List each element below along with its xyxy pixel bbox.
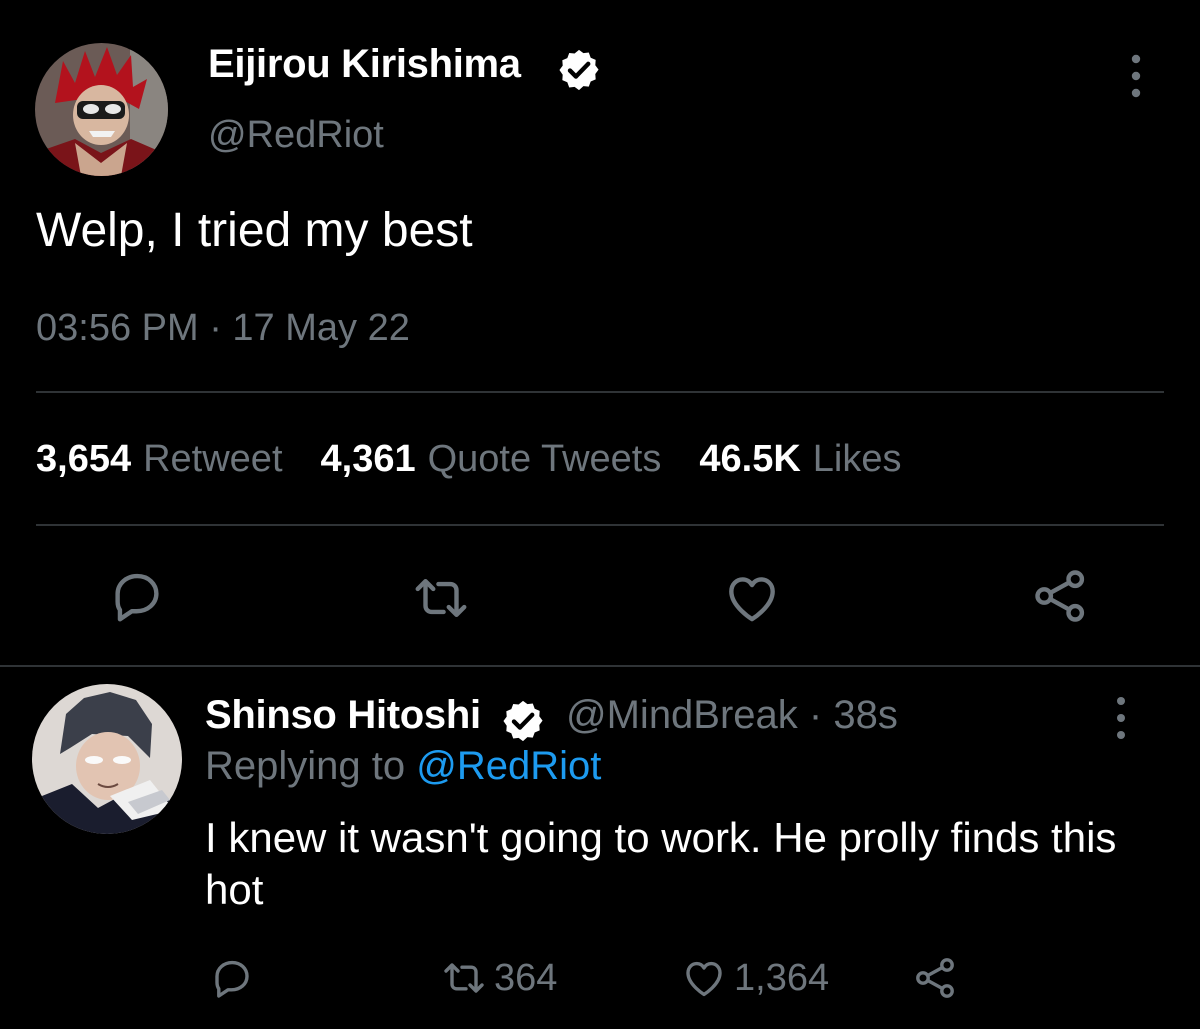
reply-retweets-count: 364: [494, 956, 558, 999]
retweets-stat[interactable]: 3,654 Retweet: [36, 438, 283, 481]
reply-retweet-button[interactable]: 364: [440, 952, 557, 1004]
quotes-label: Quote Tweets: [427, 438, 662, 480]
reply-author-handle-time[interactable]: @MindBreak · 38s: [566, 693, 898, 738]
like-icon[interactable]: [721, 567, 783, 629]
retweets-label: Retweet: [143, 438, 283, 480]
likes-stat[interactable]: 46.5K Likes: [699, 438, 901, 481]
reply-author-avatar[interactable]: [32, 684, 182, 834]
more-options-icon[interactable]: [1105, 694, 1137, 742]
reply-reply-button[interactable]: [208, 952, 256, 1004]
divider: [36, 391, 1164, 393]
thread-separator: [0, 665, 1200, 667]
verified-badge-icon: [559, 49, 599, 91]
engagement-stats: 3,654 Retweet 4,361 Quote Tweets 46.5K Like…: [36, 438, 940, 481]
retweet-icon[interactable]: [410, 567, 472, 629]
divider: [36, 524, 1164, 526]
replying-to-handle-link[interactable]: @RedRiot: [416, 744, 601, 788]
reply-icon[interactable]: [106, 565, 168, 627]
replying-to-prefix: Replying to: [205, 744, 406, 788]
tweet-timestamp[interactable]: 03:56 PM · 17 May 22: [36, 307, 410, 350]
verified-badge-icon: [503, 700, 543, 742]
retweets-count: 3,654: [36, 438, 132, 480]
more-options-icon[interactable]: [1120, 52, 1152, 100]
reply-text: I knew it wasn't going to work. He proll…: [205, 814, 1117, 913]
author-handle[interactable]: @RedRiot: [208, 114, 384, 157]
likes-count: 46.5K: [699, 438, 801, 480]
author-name[interactable]: Eijirou Kirishima: [208, 42, 521, 87]
share-icon[interactable]: [1030, 565, 1092, 627]
likes-label: Likes: [812, 438, 902, 480]
share-icon: [916, 958, 954, 998]
reply-author-name[interactable]: Shinso Hitoshi: [205, 693, 481, 738]
reply-likes-count: 1,364: [734, 956, 830, 999]
reply-icon: [215, 960, 249, 998]
like-icon: [686, 961, 722, 997]
retweet-icon: [444, 963, 484, 993]
tweet-text: Welp, I tried my best: [36, 204, 473, 257]
reply-like-button[interactable]: 1,364: [680, 952, 829, 1004]
author-avatar[interactable]: [35, 43, 168, 176]
replying-to: Replying to @RedRiot: [205, 744, 601, 789]
reply-share-button[interactable]: [912, 952, 960, 1004]
quotes-count: 4,361: [320, 438, 416, 480]
quotes-stat[interactable]: 4,361 Quote Tweets: [321, 438, 662, 481]
